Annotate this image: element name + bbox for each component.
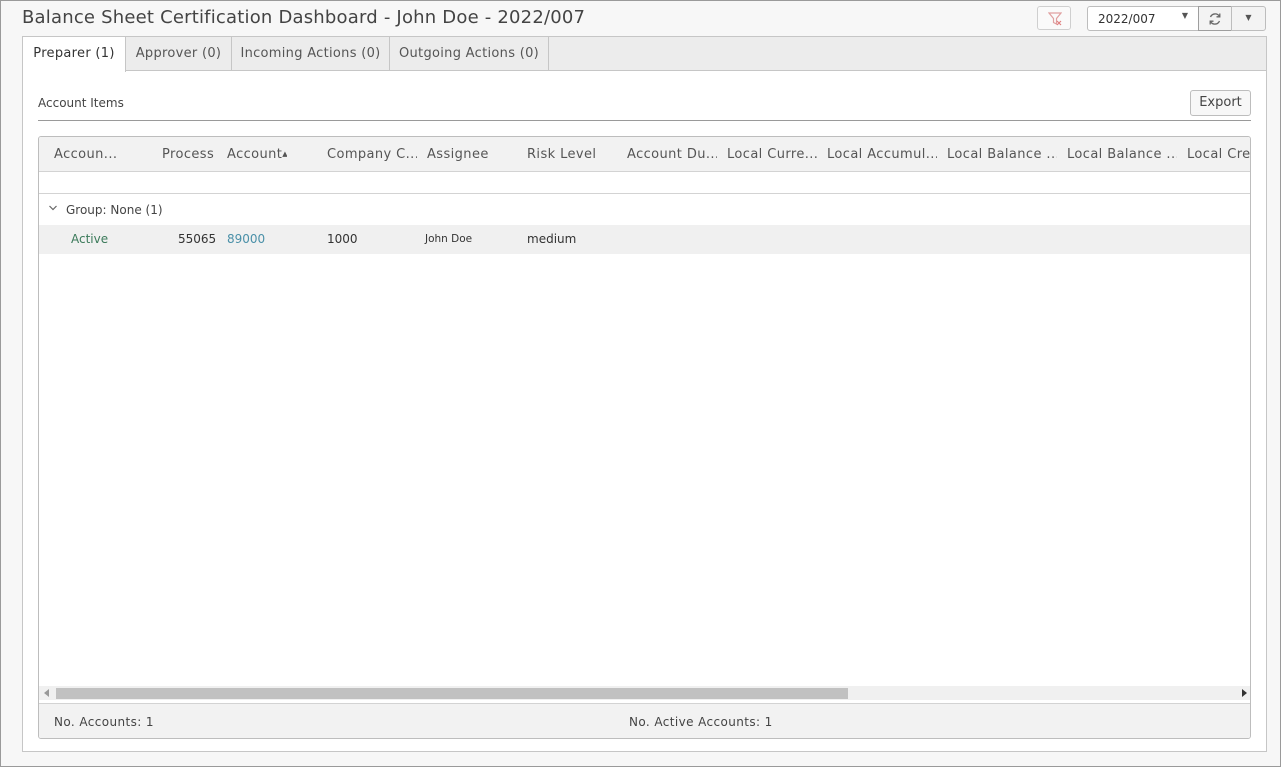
section-title: Account Items [38,96,124,110]
chevron-down-icon: ▼ [1245,13,1252,22]
column-header-local-balance-2[interactable]: Local Balance ... [1067,147,1177,162]
table-row[interactable]: Active 55065 89000 1000 John Doe medium [39,225,1250,254]
dashboard-panel: Preparer (1) Approver (0) Incoming Actio… [22,36,1267,752]
cell-status: Active [71,232,109,246]
cell-risk-level: medium [527,232,577,246]
scrollbar-thumb[interactable] [56,688,848,699]
filter-clear-icon [1048,12,1062,26]
refresh-button[interactable] [1198,6,1232,31]
page-title: Balance Sheet Certification Dashboard - … [22,7,586,28]
scroll-right-icon[interactable] [1241,689,1247,697]
tab-outgoing-actions[interactable]: Outgoing Actions (0) [390,37,549,71]
group-label: Group: None (1) [66,203,163,217]
column-header-local-currency[interactable]: Local Curre... [727,147,817,162]
cell-process: 55065 [178,232,217,246]
accounts-count: No. Accounts: 1 [54,715,154,729]
cell-company-code: 1000 [327,232,358,246]
tab-incoming-actions[interactable]: Incoming Actions (0) [232,37,390,71]
caret-down-icon: ▼ [1181,11,1188,20]
chevron-down-icon[interactable] [48,203,58,213]
grid-header: Accoun... Process Account▲ Company C... … [39,137,1250,172]
column-header-local-balance-1[interactable]: Local Balance ... [947,147,1057,162]
scroll-left-icon[interactable] [44,689,50,697]
column-header-account-status[interactable]: Accoun... [54,147,124,162]
period-value: 2022/007 [1098,12,1156,26]
column-header-local-accumulated[interactable]: Local Accumul... [827,147,937,162]
column-header-risk-level[interactable]: Risk Level [527,147,617,162]
sort-asc-icon: ▲ [282,150,287,158]
export-button[interactable]: Export [1190,90,1251,116]
account-link[interactable]: 89000 [227,232,265,246]
tab-preparer[interactable]: Preparer (1) [23,37,126,72]
group-row[interactable]: Group: None (1) [39,195,1250,224]
refresh-options-button[interactable]: ▼ [1231,6,1266,31]
cell-assignee: John Doe [425,233,473,245]
column-header-account[interactable]: Account▲ [227,147,287,162]
column-header-local-credit[interactable]: Local Cred [1187,147,1250,162]
tab-bar: Preparer (1) Approver (0) Incoming Actio… [23,37,1266,72]
app-window: Balance Sheet Certification Dashboard - … [0,0,1281,767]
clear-filter-button[interactable] [1037,6,1071,30]
column-header-process[interactable]: Process [162,147,217,162]
filter-row[interactable] [39,172,1250,194]
grid-footer: No. Accounts: 1 No. Active Accounts: 1 [39,703,1250,738]
tab-approver[interactable]: Approver (0) [126,37,232,71]
active-accounts-count: No. Active Accounts: 1 [629,715,773,729]
column-header-assignee[interactable]: Assignee [427,147,517,162]
column-header-company-code[interactable]: Company C... [327,147,417,162]
horizontal-scrollbar[interactable] [39,686,1250,700]
period-select[interactable]: 2022/007 ▼ [1087,6,1199,31]
column-header-account-due[interactable]: Account Du... [627,147,717,162]
refresh-icon [1209,13,1221,25]
divider [38,120,1251,121]
account-items-grid: Accoun... Process Account▲ Company C... … [38,136,1251,739]
